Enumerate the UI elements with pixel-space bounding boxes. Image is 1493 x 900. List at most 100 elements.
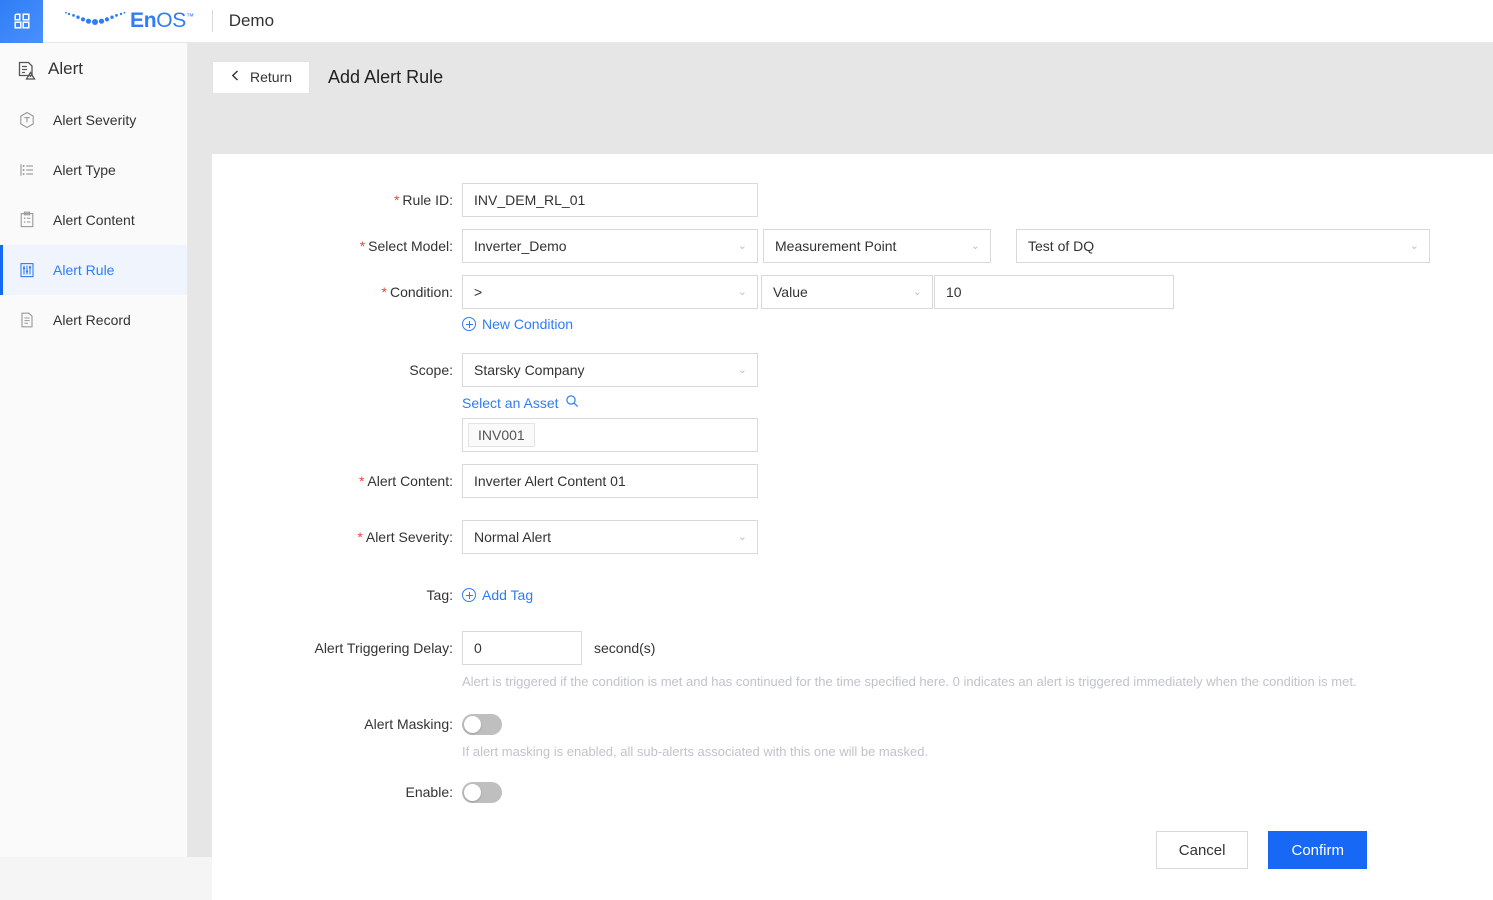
required-marker: * [359, 238, 366, 254]
select-an-asset-link[interactable]: Select an Asset [462, 394, 579, 411]
select-asset-label: Select an Asset [462, 394, 559, 411]
confirm-button[interactable]: Confirm [1268, 831, 1367, 870]
cancel-button[interactable]: Cancel [1155, 831, 1249, 870]
measurement-point-select[interactable]: Test of DQ ⌄ [1016, 229, 1430, 263]
sidebar-item-label: Alert Record [53, 312, 131, 328]
point-type-select[interactable]: Measurement Point ⌄ [763, 229, 991, 263]
brand-logo[interactable]: EnOS™ [65, 8, 194, 35]
trigger-delay-value: 0 [474, 640, 482, 656]
form-row-trigger-delay: Alert Triggering Delay: 0 second(s) Aler… [212, 631, 1493, 691]
select-model-label-text: Select Model: [368, 238, 453, 254]
select-model-label: * Select Model: [212, 229, 462, 263]
form-card: * Rule ID: INV_DEM_RL_01 * Select Model: I… [212, 154, 1493, 900]
app-grid-button[interactable] [0, 0, 43, 43]
condition-operator-select[interactable]: > ⌄ [462, 275, 758, 309]
workspace-name: Demo [228, 11, 275, 30]
form-row-tag: Tag: Add Tag [212, 578, 1493, 612]
model-select[interactable]: Inverter_Demo ⌄ [462, 229, 758, 263]
chevron-down-icon: ⌄ [1409, 239, 1419, 252]
severity-hexagon-icon [18, 111, 36, 129]
rule-id-input[interactable]: INV_DEM_RL_01 [462, 183, 758, 217]
sidebar-item-alert-content[interactable]: Alert Content [0, 195, 187, 245]
condition-label: * Condition: [212, 275, 462, 309]
alert-rule-form: * Rule ID: INV_DEM_RL_01 * Select Model: I… [212, 154, 1493, 870]
header-divider [211, 10, 213, 32]
sidebar-item-label: Alert Content [53, 212, 135, 228]
condition-label-text: Condition: [389, 284, 453, 300]
app-root: EnOS™ Demo Alert Alert Severity Alert Ty… [0, 0, 1493, 900]
form-row-rule-id: * Rule ID: INV_DEM_RL_01 [212, 183, 1493, 217]
toggle-knob [464, 715, 481, 733]
form-row-condition: * Condition: > ⌄ Value ⌄ 10 New Conditio… [212, 275, 1493, 341]
toggle-knob [464, 783, 481, 801]
return-button[interactable]: Return [212, 60, 311, 94]
scope-label-text: Scope: [409, 362, 453, 378]
condition-operator-value: > [474, 284, 483, 300]
brand-wordmark: EnOS™ [130, 9, 194, 33]
chevron-down-icon: ⌄ [737, 285, 747, 298]
condition-value-input[interactable]: 10 [934, 275, 1174, 309]
scope-select[interactable]: Starsky Company ⌄ [462, 353, 758, 387]
alert-masking-toggle[interactable] [462, 713, 502, 735]
form-row-alert-masking: Alert Masking: If alert masking is enabl… [212, 707, 1493, 761]
top-bar: EnOS™ Demo [0, 0, 1493, 43]
required-marker: * [393, 192, 400, 208]
sidebar-header-label: Alert [48, 59, 83, 78]
alert-severity-select[interactable]: Normal Alert ⌄ [462, 520, 758, 554]
chevron-down-icon: ⌄ [912, 285, 922, 298]
alert-masking-hint: If alert masking is enabled, all sub-ale… [462, 744, 929, 760]
chevron-down-icon: ⌄ [737, 363, 747, 376]
chevron-left-icon [230, 69, 241, 85]
new-condition-link[interactable]: New Condition [462, 316, 573, 332]
rule-id-label-text: Rule ID: [402, 192, 453, 208]
alert-document-icon [16, 60, 36, 80]
search-icon [565, 394, 579, 411]
chevron-down-icon: ⌄ [737, 239, 747, 252]
trigger-delay-input[interactable]: 0 [462, 631, 582, 665]
required-marker: * [357, 529, 363, 545]
brand-en: En [130, 9, 157, 32]
sidebar-item-alert-severity[interactable]: Alert Severity [0, 95, 187, 145]
sidebar-item-alert-type[interactable]: Alert Type [0, 145, 187, 195]
sidebar-item-alert-record[interactable]: Alert Record [0, 295, 187, 345]
trigger-delay-label-text: Alert Triggering Delay: [314, 640, 453, 656]
enable-label-text: Enable: [405, 784, 453, 801]
scope-label: Scope: [212, 353, 462, 387]
alert-masking-label-text: Alert Masking: [364, 716, 453, 733]
required-marker: * [358, 473, 365, 489]
form-actions: Cancel Confirm [212, 831, 1493, 870]
form-row-alert-severity: * Alert Severity: Normal Alert ⌄ [212, 520, 1493, 554]
sidebar-item-alert-rule[interactable]: Alert Rule [0, 245, 187, 295]
enable-toggle[interactable] [462, 781, 502, 803]
alert-severity-label: * Alert Severity: [212, 520, 462, 554]
selected-assets-box[interactable]: INV001 [462, 418, 758, 452]
condition-kind-select[interactable]: Value ⌄ [761, 275, 933, 309]
sidebar-item-label: Alert Type [53, 162, 116, 178]
brand-trademark: ™ [186, 12, 194, 21]
sidebar-item-label: Alert Rule [53, 262, 115, 278]
alert-content-value: Inverter Alert Content 01 [474, 473, 626, 489]
plus-circle-icon [462, 588, 476, 602]
chevron-down-icon: ⌄ [970, 239, 980, 252]
sidebar-header: Alert [0, 43, 187, 95]
sidebar-item-label: Alert Severity [53, 112, 137, 128]
trigger-delay-label: Alert Triggering Delay: [212, 631, 462, 665]
sliders-icon [18, 261, 36, 279]
tag-label: Tag: [212, 578, 462, 612]
alert-severity-label-text: Alert Severity: [365, 529, 453, 545]
measurement-point-value: Test of DQ [1028, 238, 1095, 254]
form-row-scope: Scope: Starsky Company ⌄ Select an Asset [212, 353, 1493, 452]
form-row-enable: Enable: [212, 775, 1493, 809]
alert-content-label: * Alert Content: [212, 464, 462, 498]
alert-severity-value: Normal Alert [474, 529, 552, 545]
enos-swoosh-icon [65, 8, 127, 35]
enable-label: Enable: [212, 775, 462, 809]
point-type-value: Measurement Point [775, 238, 897, 254]
asset-chip[interactable]: INV001 [468, 423, 535, 447]
add-tag-link[interactable]: Add Tag [462, 587, 533, 603]
main-region: Return Add Alert Rule * Rule ID: INV_DEM_… [188, 43, 1493, 900]
scope-value: Starsky Company [474, 362, 585, 378]
app-grid-icon [12, 11, 32, 31]
alert-content-input[interactable]: Inverter Alert Content 01 [462, 464, 758, 498]
new-condition-label: New Condition [482, 316, 574, 332]
